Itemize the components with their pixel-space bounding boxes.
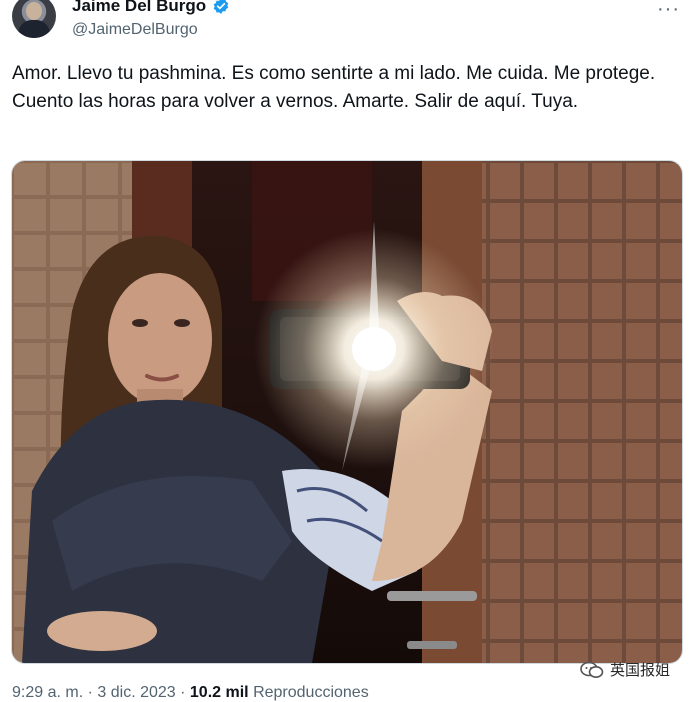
views-count: 10.2 mil [189, 684, 249, 701]
tweet-text: Amor. Llevo tu pashmina. Es como sentirt… [12, 63, 656, 112]
more-options-icon[interactable]: ··· [657, 0, 680, 21]
meta-separator: · [87, 684, 93, 701]
views-label: Reproducciones [253, 684, 369, 701]
watermark-text: 英国报姐 [609, 662, 670, 679]
tweet-time[interactable]: 9:29 a. m. [12, 684, 83, 701]
author-handle[interactable]: @JaimeDelBurgo [72, 21, 198, 39]
meta-separator: · [180, 684, 186, 701]
avatar-face [26, 2, 42, 20]
mirror-selfie-image [12, 161, 682, 663]
avatar-body [18, 20, 50, 38]
watermark: 英国报姐 [580, 659, 670, 680]
author-avatar[interactable] [12, 0, 56, 38]
verified-badge-icon [213, 0, 229, 14]
tweet-meta: 9:29 a. m. · 3 dic. 2023 · 10.2 mil Repr… [12, 684, 369, 702]
author-display-name[interactable]: Jaime Del Burgo [72, 0, 206, 16]
author-name-row: Jaime Del Burgo [72, 0, 230, 16]
tweet-photo[interactable] [11, 160, 683, 664]
wechat-icon [580, 661, 604, 678]
tweet-date[interactable]: 3 dic. 2023 [97, 684, 175, 701]
